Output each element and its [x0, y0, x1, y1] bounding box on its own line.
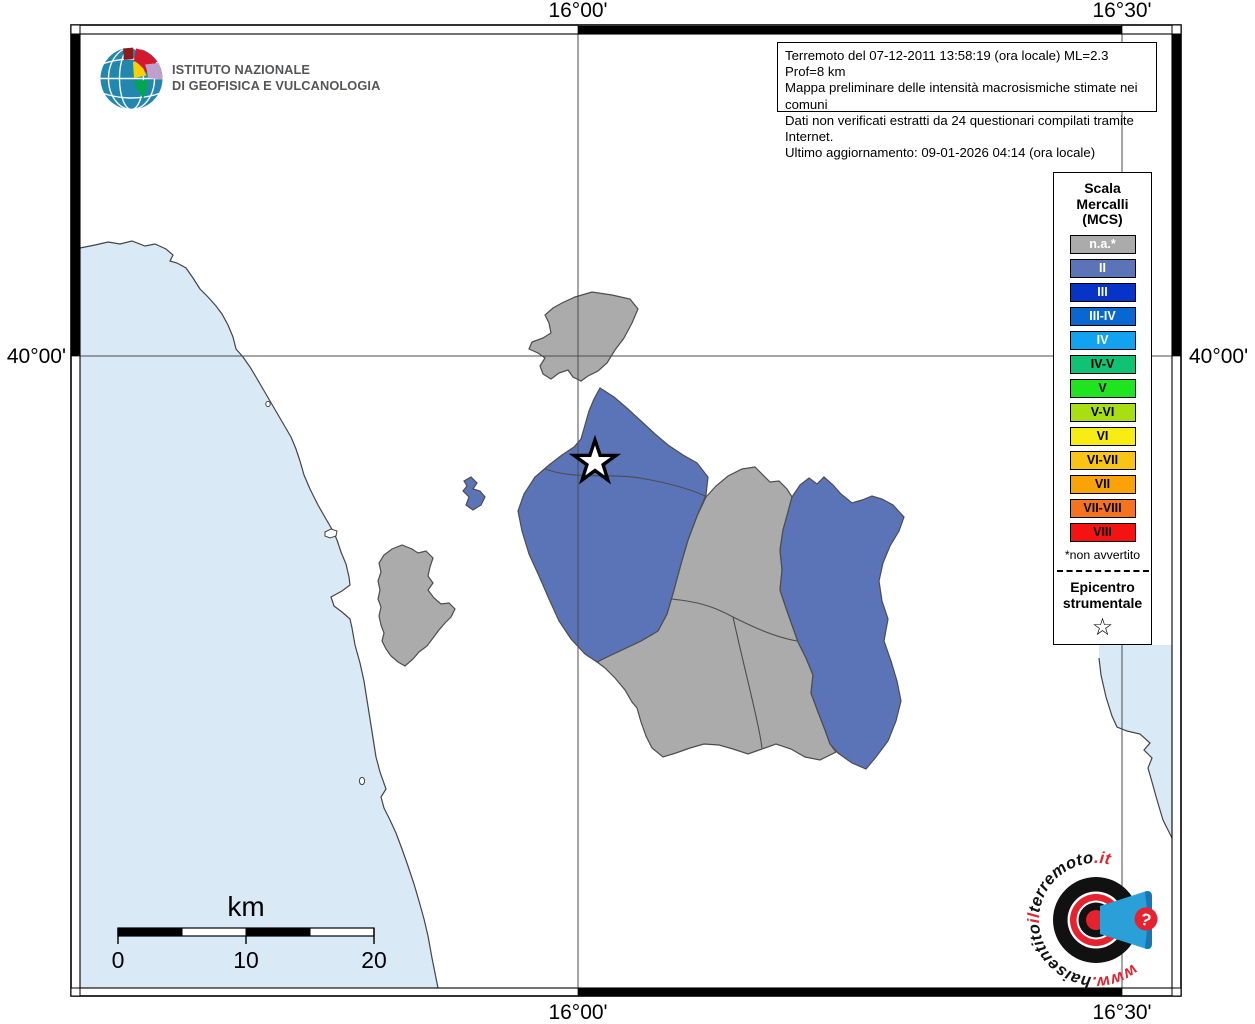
legend-swatch-vi-vii: VI-VII: [1069, 451, 1136, 471]
axis-label-top-left: 16°00': [548, 0, 607, 22]
municipality-blue-small: [462, 476, 486, 511]
scale-label-20: 20: [361, 947, 387, 973]
ingv-wordmark: ISTITUTO NAZIONALE DI GEOFISICA E VULCAN…: [172, 62, 380, 94]
frame-band-left-black: [71, 34, 80, 356]
legend-swatch-n-a-: n.a.*: [1069, 235, 1136, 255]
legend-epicenter-line2: strumentale: [1062, 595, 1143, 612]
frame-corner-tl: [70, 24, 81, 35]
legend-swatch-iii-iv: III-IV: [1069, 307, 1136, 327]
axis-label-bottom-left: 16°00': [548, 1001, 607, 1024]
ingv-wordmark-line1: ISTITUTO NAZIONALE: [172, 62, 311, 77]
scale-label-10: 10: [233, 947, 259, 973]
legend-items: n.a.* II III III-IV IV IV-V V V-VI VI VI-VII VII VI…: [1054, 235, 1151, 543]
municipality-gray-west: [377, 544, 456, 667]
axis-label-left: 40°00': [7, 345, 66, 368]
axis-label-bottom-right: 16°30': [1092, 1001, 1151, 1024]
legend-swatch-viii: VIII: [1069, 523, 1136, 543]
municipality-gray-north: [528, 291, 639, 382]
legend-epicenter-line1: Epicentro: [1070, 579, 1135, 596]
sea-east: [1099, 645, 1172, 838]
event-info-line-magnitude: Terremoto del 07-12-2011 13:58:19 (ora l…: [785, 48, 1109, 80]
event-info-box: Terremoto del 07-12-2011 13:58:19 (ora l…: [777, 42, 1157, 160]
legend-footnote: *non avvertito: [1064, 548, 1141, 563]
axis-label-top-right: 16°30': [1092, 0, 1151, 22]
legend-epicenter-star-icon: ☆: [1091, 614, 1114, 642]
legend-title: Scala Mercalli (MCS): [1054, 180, 1151, 228]
axis-label-right: 40°00': [1189, 345, 1248, 368]
frame-corner-bl: [70, 987, 81, 997]
scale-bar-seg4-white: [309, 927, 375, 937]
legend-swatch-ii: II: [1069, 259, 1136, 279]
haisentito-logo: www.haisentitoilterremoto.it ?: [1025, 849, 1158, 991]
legend-swatch-v: V: [1069, 379, 1136, 399]
islet-1: [265, 400, 271, 408]
frame-band-bottom-black: [578, 988, 1122, 996]
event-info-line-map-type: Mappa preliminare delle intensità macros…: [785, 80, 1138, 112]
scale-label-0: 0: [112, 947, 125, 973]
legend-swatch-v-vi: V-VI: [1069, 403, 1136, 423]
frame-corner-tr: [1171, 24, 1182, 35]
legend-swatch-vii: VII: [1069, 475, 1136, 495]
legend-swatch-iii: III: [1069, 283, 1136, 303]
scale-bar-unit: km: [227, 891, 264, 922]
ingv-globe-darkred-tile: [123, 47, 133, 60]
frame-corner-br: [1171, 987, 1182, 997]
frame-band-top-black: [578, 26, 1122, 34]
legend-title-line2: Mercalli: [1076, 195, 1129, 212]
scale-bar-seg3-black: [246, 928, 310, 936]
scale-bar-seg2-white: [181, 927, 247, 937]
legend-title-line3: (MCS): [1082, 211, 1123, 228]
frame-band-right-black: [1172, 34, 1181, 356]
legend-title-line1: Scala: [1084, 180, 1121, 196]
event-info-line-updated: Ultimo aggiornamento: 09-01-2026 04:14 (…: [785, 145, 1096, 161]
ingv-logo-icon: [100, 46, 163, 111]
legend-panel: Scala Mercalli (MCS) n.a.* II III III-IV IV I…: [1053, 172, 1152, 645]
event-info-line-questionnaires: Dati non verificati estratti da 24 quest…: [785, 112, 1134, 145]
scale-bar-seg1-black: [118, 928, 182, 936]
ingv-wordmark-line2: DI GEOFISICA E VULCANOLOGIA: [172, 77, 381, 93]
legend-swatch-vi: VI: [1069, 427, 1136, 447]
map-layers: [79, 240, 1173, 989]
legend-divider: [1056, 570, 1149, 573]
seismic-intensity-map-page: 16°00' 16°30' 16°00' 16°30' 40°00' 40°00…: [0, 0, 1255, 1024]
legend-swatch-vii-viii: VII-VIII: [1069, 499, 1136, 519]
legend-epicenter-title: Epicentro strumentale: [1054, 579, 1151, 611]
islet-3: [358, 776, 366, 786]
legend-swatch-iv: IV: [1069, 331, 1136, 351]
legend-swatch-iv-v: IV-V: [1069, 355, 1136, 375]
